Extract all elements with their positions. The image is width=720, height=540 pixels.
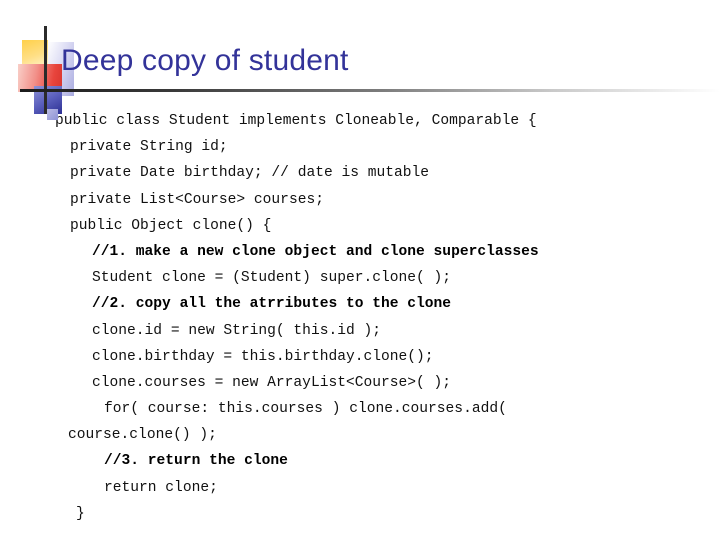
code-block: public class Student implements Cloneabl… — [0, 108, 720, 528]
code-line: clone.courses = new ArrayList<Course>( )… — [92, 374, 452, 391]
title-divider — [20, 89, 720, 92]
code-line: public class Student implements Cloneabl… — [55, 113, 537, 129]
code-line: public Object clone() { — [70, 217, 272, 234]
code-line: for( course: this.courses ) clone.course… — [104, 401, 507, 418]
bullet-marker-icon — [47, 109, 58, 120]
code-line: private Date birthday; // date is mutabl… — [70, 165, 430, 182]
slide-title-area: Deep copy of student — [0, 0, 720, 114]
vertical-rule-icon — [44, 26, 47, 114]
code-line: private String id; — [70, 139, 228, 156]
slide: Deep copy of student public class Studen… — [0, 0, 720, 540]
page-title: Deep copy of student — [61, 44, 349, 77]
code-line: //1. make a new clone object and clone s… — [92, 243, 539, 260]
code-line: //2. copy all the atrributes to the clon… — [92, 296, 452, 313]
code-line: } — [76, 505, 85, 522]
code-line: clone.birthday = this.birthday.clone(); — [92, 348, 434, 365]
code-line: private List<Course> courses; — [70, 191, 324, 208]
code-line: //3. return the clone — [104, 453, 288, 470]
code-line: return clone; — [104, 479, 218, 496]
code-line: clone.id = new String( this.id ); — [92, 322, 382, 339]
code-line: Student clone = (Student) super.clone( )… — [92, 270, 452, 287]
code-line: course.clone() ); — [68, 427, 217, 444]
